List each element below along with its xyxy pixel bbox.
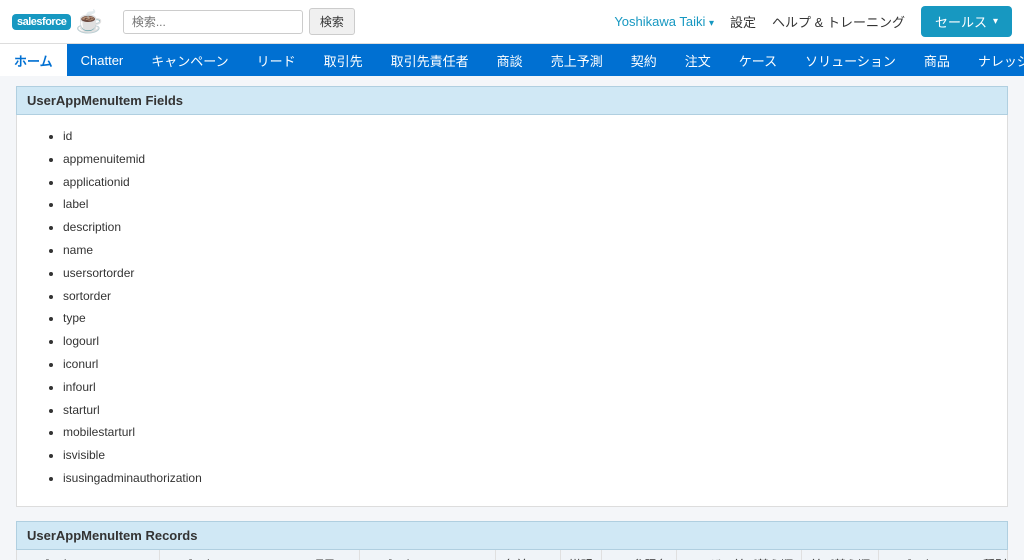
list-item: id <box>63 125 987 148</box>
list-item: logourl <box>63 330 987 353</box>
nav-item-opportunity[interactable]: 商談 <box>483 44 537 76</box>
table-header-row: アプリケーション ID アプリケーションメニュー項目 ID アプリケーション I… <box>17 550 1008 560</box>
user-menu[interactable]: Yoshikawa Taiki ▾ <box>614 14 714 29</box>
records-section-title: UserAppMenuItem Records <box>16 521 1008 550</box>
list-item: starturl <box>63 399 987 422</box>
nav-item-contract[interactable]: 契約 <box>617 44 671 76</box>
list-item: applicationid <box>63 171 987 194</box>
salesforce-logo: salesforce <box>12 14 71 30</box>
coffee-icon: ☕ <box>75 9 102 35</box>
nav-item-campaign[interactable]: キャンペーン <box>137 44 242 76</box>
list-item: type <box>63 307 987 330</box>
nav-item-account[interactable]: 取引先 <box>310 44 377 76</box>
col-api-ref: API 参照名 <box>601 550 677 560</box>
col-sort: 並び替え順 <box>802 550 879 560</box>
nav-item-home[interactable]: ホーム <box>0 44 67 76</box>
navigation: ホーム Chatter キャンペーン リード 取引先 取引先責任者 商談 売上予… <box>0 44 1024 76</box>
list-item: name <box>63 239 987 262</box>
sales-label: セールス <box>935 12 987 31</box>
list-item: sortorder <box>63 285 987 308</box>
fields-section-body: id appmenuitemid applicationid label des… <box>16 115 1008 507</box>
logo-area: salesforce ☕ <box>12 9 103 35</box>
settings-link[interactable]: 設定 <box>730 12 756 31</box>
list-item: mobilestarturl <box>63 421 987 444</box>
col-app-id: アプリケーション ID <box>17 550 160 560</box>
search-input[interactable] <box>123 10 303 34</box>
nav-item-forecast[interactable]: 売上予測 <box>537 44 617 76</box>
nav-item-contact[interactable]: 取引先責任者 <box>377 44 483 76</box>
records-table-wrapper: アプリケーション ID アプリケーションメニュー項目 ID アプリケーション I… <box>16 550 1008 560</box>
search-button[interactable]: 検索 <box>309 8 355 35</box>
header: salesforce ☕ 検索 Yoshikawa Taiki ▾ 設定 ヘルプ… <box>0 0 1024 44</box>
fields-list: id appmenuitemid applicationid label des… <box>47 125 987 490</box>
records-table: アプリケーション ID アプリケーションメニュー項目 ID アプリケーション I… <box>17 550 1008 560</box>
user-dropdown-arrow: ▾ <box>709 18 714 29</box>
nav-item-order[interactable]: 注文 <box>671 44 725 76</box>
nav-item-knowledge[interactable]: ナレッジ <box>964 44 1024 76</box>
list-item: description <box>63 216 987 239</box>
nav-item-chatter[interactable]: Chatter <box>67 44 138 76</box>
col-type: アプリケーション種別 <box>879 550 1008 560</box>
nav-item-solution[interactable]: ソリューション <box>791 44 910 76</box>
help-link[interactable]: ヘルプ & トレーニング <box>772 12 905 31</box>
list-item: isusingadminauthorization <box>63 467 987 490</box>
nav-item-lead[interactable]: リード <box>243 44 310 76</box>
list-item: infourl <box>63 376 987 399</box>
col-user-sort: ユーザの並び替え順 <box>677 550 802 560</box>
list-item: label <box>63 193 987 216</box>
list-item: usersortorder <box>63 262 987 285</box>
col-app-id2: アプリケーション ID <box>359 550 495 560</box>
list-item: iconurl <box>63 353 987 376</box>
col-name: 名前 <box>495 550 560 560</box>
content-area: UserAppMenuItem Fields id appmenuitemid … <box>0 76 1024 560</box>
search-area: 検索 <box>123 8 355 35</box>
col-menu-id: アプリケーションメニュー項目 ID <box>160 550 360 560</box>
list-item: appmenuitemid <box>63 148 987 171</box>
user-name: Yoshikawa Taiki <box>614 14 705 29</box>
sales-dropdown-arrow: ▾ <box>993 16 998 27</box>
fields-section-title: UserAppMenuItem Fields <box>16 86 1008 115</box>
sales-button[interactable]: セールス ▾ <box>921 6 1012 37</box>
nav-item-product[interactable]: 商品 <box>910 44 964 76</box>
records-section: UserAppMenuItem Records アプリケーション ID アプリケ… <box>16 521 1008 560</box>
header-right: Yoshikawa Taiki ▾ 設定 ヘルプ & トレーニング セールス ▾ <box>614 6 1012 37</box>
col-description: 説明 <box>560 550 601 560</box>
fields-section: UserAppMenuItem Fields id appmenuitemid … <box>16 86 1008 507</box>
nav-item-case[interactable]: ケース <box>725 44 791 76</box>
list-item: isvisible <box>63 444 987 467</box>
